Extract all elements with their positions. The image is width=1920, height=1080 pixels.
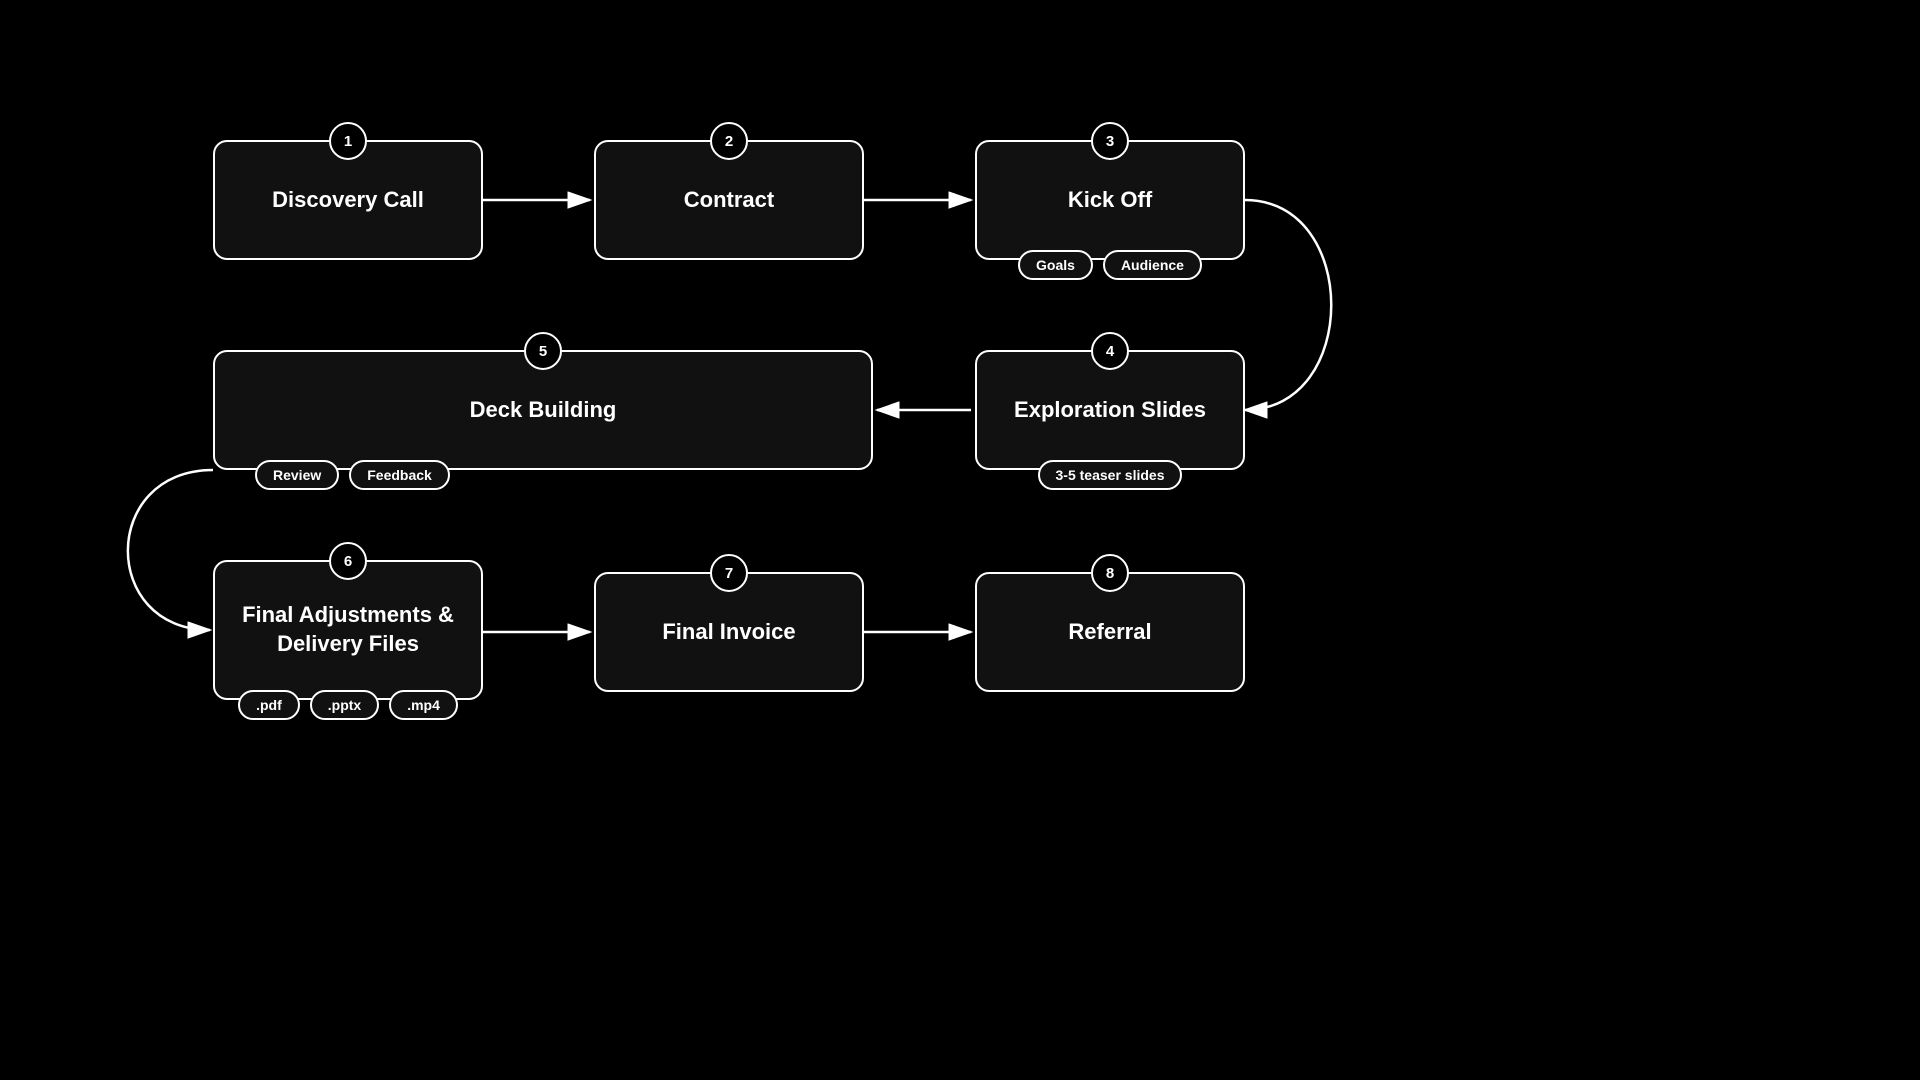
node-3: 3 Kick Off Goals Audience [975,140,1245,260]
tag-goals: Goals [1018,250,1093,280]
tag-feedback: Feedback [349,460,450,490]
step-3-circle: 3 [1091,122,1129,160]
node-4-title: Exploration Slides [1014,396,1206,425]
node-2: 2 Contract [594,140,864,260]
node-6-title: Final Adjustments & Delivery Files [242,601,454,658]
node-5-title: Deck Building [470,396,617,425]
tag-pdf: .pdf [238,690,300,720]
node-1: 1 Discovery Call [213,140,483,260]
diagram: 1 Discovery Call 2 Contract 3 Kick Off G… [0,0,1920,1080]
step-7-circle: 7 [710,554,748,592]
tag-audience: Audience [1103,250,1202,280]
step-4-circle: 4 [1091,332,1129,370]
node-6: 6 Final Adjustments & Delivery Files .pd… [213,560,483,700]
tag-teaser: 3-5 teaser slides [1038,460,1183,490]
node-8: 8 Referral [975,572,1245,692]
node-5: 5 Deck Building Review Feedback [213,350,873,470]
step-5-circle: 5 [524,332,562,370]
step-1-circle: 1 [329,122,367,160]
node-7: 7 Final Invoice [594,572,864,692]
tag-mp4: .mp4 [389,690,458,720]
node-2-title: Contract [684,186,774,215]
node-8-title: Referral [1068,618,1151,647]
step-6-circle: 6 [329,542,367,580]
node-4: 4 Exploration Slides 3-5 teaser slides [975,350,1245,470]
tag-pptx: .pptx [310,690,379,720]
node-7-title: Final Invoice [662,618,795,647]
step-8-circle: 8 [1091,554,1129,592]
node-3-title: Kick Off [1068,186,1152,215]
step-2-circle: 2 [710,122,748,160]
node-1-title: Discovery Call [272,186,424,215]
tag-review: Review [255,460,339,490]
